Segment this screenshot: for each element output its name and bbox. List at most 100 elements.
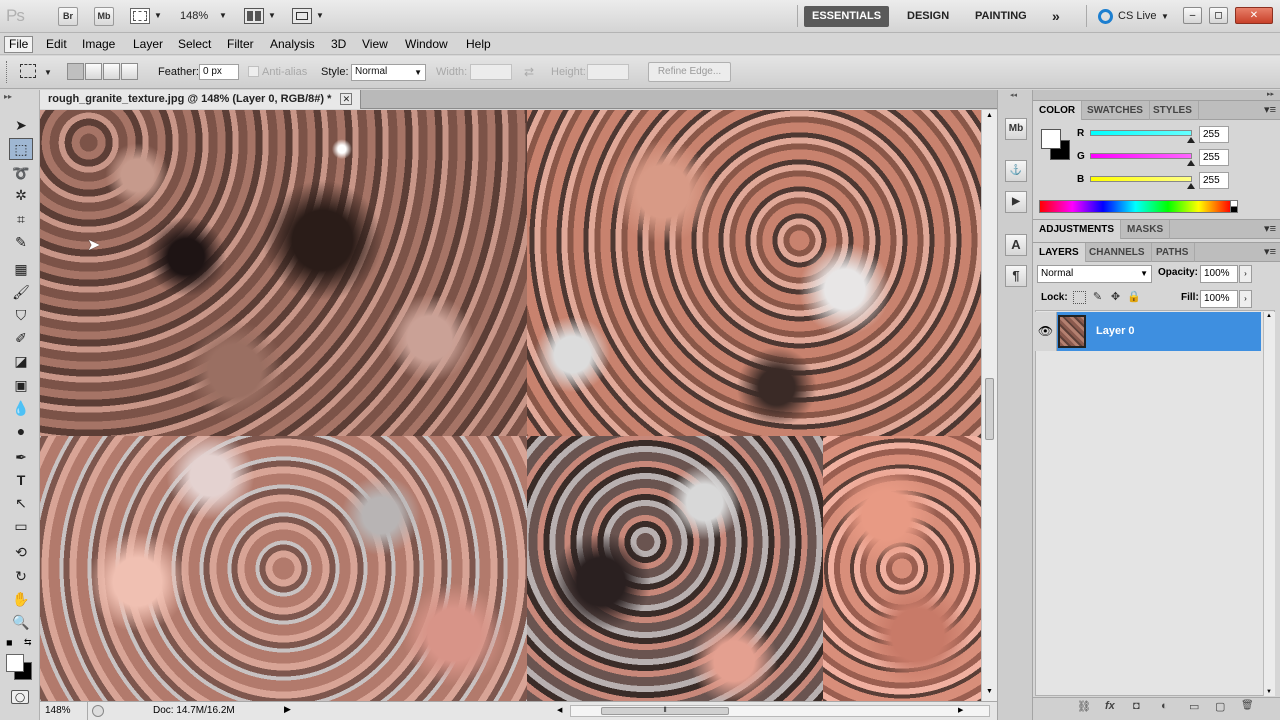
menu-file[interactable]: File	[4, 36, 34, 53]
swap-colors-icon[interactable]: ⇆	[24, 637, 32, 648]
workspace-design[interactable]: DESIGN	[899, 6, 957, 27]
eyedropper-tool-icon[interactable]: ✎	[9, 231, 33, 253]
minibridge-button[interactable]: Mb	[94, 7, 114, 26]
blur-tool-icon[interactable]: 💧	[9, 397, 33, 419]
scroll-down-icon[interactable]: ▼	[986, 688, 993, 695]
menu-layer[interactable]: Layer	[129, 36, 167, 53]
refine-edge-button[interactable]: Refine Edge...	[648, 62, 731, 82]
history-icon[interactable]: ⚓	[1005, 160, 1027, 182]
trash-icon[interactable]: 🗑	[1241, 700, 1254, 711]
tab-swatches[interactable]: SWATCHES	[1081, 101, 1150, 120]
panel-menu-icon[interactable]: ▾≡	[1264, 245, 1276, 258]
tab-styles[interactable]: STYLES	[1147, 101, 1199, 120]
color-spectrum[interactable]	[1039, 200, 1232, 213]
menu-image[interactable]: Image	[78, 36, 119, 53]
more-workspaces-icon[interactable]: »	[1044, 6, 1068, 27]
cs-live-icon[interactable]	[1098, 9, 1113, 24]
lock-all-icon[interactable]: 🔒	[1127, 291, 1141, 304]
group-icon[interactable]: ▭	[1189, 700, 1199, 713]
blue-slider-track[interactable]	[1090, 176, 1192, 182]
minibridge-icon[interactable]: Mb	[1005, 118, 1027, 140]
zoom-tool-icon[interactable]: 🔍	[9, 611, 33, 633]
foreground-color-swatch[interactable]	[1041, 129, 1061, 149]
chevron-down-icon[interactable]: ▼	[219, 11, 227, 20]
menu-3d[interactable]: 3D	[327, 36, 350, 53]
status-info-icon[interactable]	[92, 705, 104, 717]
red-slider-knob[interactable]	[1187, 137, 1195, 143]
dodge-tool-icon[interactable]: ●	[9, 420, 33, 442]
history-brush-tool-icon[interactable]: ✐	[9, 327, 33, 349]
green-value-input[interactable]: 255	[1199, 149, 1229, 166]
new-layer-icon[interactable]: ▢	[1215, 700, 1225, 713]
3d-rotate-tool-icon[interactable]: ⟲	[9, 541, 33, 563]
width-input[interactable]	[470, 64, 512, 80]
red-value-input[interactable]: 255	[1199, 126, 1229, 143]
add-to-selection-icon[interactable]	[85, 63, 102, 80]
fill-slider-toggle-icon[interactable]: ›	[1239, 290, 1252, 308]
quick-selection-tool-icon[interactable]: ✲	[9, 184, 33, 206]
brush-tool-icon[interactable]: 🖌	[9, 281, 33, 303]
tab-channels[interactable]: CHANNELS	[1083, 243, 1152, 262]
scroll-left-icon[interactable]: ◀	[557, 706, 562, 714]
green-slider-knob[interactable]	[1187, 160, 1195, 166]
screen-mode-icon[interactable]	[292, 8, 312, 24]
blend-mode-dropdown[interactable]: Normal ▼	[1037, 265, 1152, 283]
vertical-scroll-thumb[interactable]	[985, 378, 994, 440]
zoom-level[interactable]: 148%	[180, 10, 208, 22]
horizontal-scroll-thumb[interactable]: ⦀	[601, 707, 729, 715]
gradient-tool-icon[interactable]: ▣	[9, 374, 33, 396]
antialias-checkbox[interactable]	[248, 66, 259, 77]
opacity-input[interactable]: 100%	[1200, 265, 1238, 283]
panel-menu-icon[interactable]: ▾≡	[1264, 222, 1276, 235]
tab-color[interactable]: COLOR	[1033, 101, 1083, 120]
close-window-button[interactable]: ✕	[1235, 7, 1273, 24]
3d-orbit-tool-icon[interactable]: ↻	[9, 565, 33, 587]
paragraph-icon[interactable]: ¶	[1005, 265, 1027, 287]
actions-icon[interactable]: ▶	[1005, 191, 1027, 213]
style-dropdown[interactable]: Normal ▼	[351, 64, 426, 81]
status-zoom[interactable]: 148%	[40, 702, 88, 720]
horizontal-scrollbar[interactable]: ⦀	[570, 705, 990, 717]
bridge-button[interactable]: Br	[58, 7, 78, 26]
red-slider-track[interactable]	[1090, 130, 1192, 136]
black-white-ramp[interactable]	[1230, 200, 1238, 213]
document-tab[interactable]: rough_granite_texture.jpg @ 148% (Layer …	[40, 90, 362, 109]
workspace-painting[interactable]: PAINTING	[967, 6, 1035, 27]
restore-button[interactable]: ◻	[1209, 7, 1228, 24]
green-slider-track[interactable]	[1090, 153, 1192, 159]
pen-tool-icon[interactable]: ✒	[9, 446, 33, 468]
swap-dimensions-icon[interactable]: ⇄	[524, 65, 534, 79]
quick-mask-icon[interactable]: ◯	[11, 690, 29, 704]
lock-position-icon[interactable]: ✥	[1109, 291, 1122, 304]
chevron-down-icon[interactable]: ▼	[1161, 12, 1169, 21]
scroll-right-icon[interactable]: ▶	[958, 706, 963, 714]
fx-icon[interactable]: fx	[1105, 700, 1115, 712]
lock-transparency-icon[interactable]	[1073, 291, 1086, 304]
visibility-eye-icon[interactable]: 👁	[1035, 312, 1057, 351]
marquee-preset-icon[interactable]	[20, 64, 36, 78]
hand-tool-icon[interactable]: ✋	[9, 588, 33, 610]
spot-healing-tool-icon[interactable]: ▦	[9, 258, 33, 280]
vertical-scrollbar[interactable]: ▲ ▼	[981, 110, 997, 701]
rectangle-tool-icon[interactable]: ▭	[9, 515, 33, 537]
document-canvas[interactable]: ➤	[40, 110, 981, 701]
scroll-up-icon[interactable]: ▲	[986, 112, 993, 119]
new-selection-icon[interactable]	[67, 63, 84, 80]
path-selection-tool-icon[interactable]: ↖	[9, 492, 33, 514]
workspace-essentials[interactable]: ESSENTIALS	[804, 6, 890, 27]
character-icon[interactable]: A	[1005, 234, 1027, 256]
height-input[interactable]	[587, 64, 629, 80]
menu-select[interactable]: Select	[174, 36, 215, 53]
type-tool-icon[interactable]: T	[9, 469, 33, 491]
tab-paths[interactable]: PATHS	[1150, 243, 1196, 262]
feather-input[interactable]: 0 px	[199, 64, 239, 80]
menu-help[interactable]: Help	[462, 36, 495, 53]
layer-row[interactable]: Layer 0	[1035, 312, 1261, 351]
adjustment-icon[interactable]: ◐	[1161, 700, 1168, 712]
arrange-documents-icon[interactable]	[244, 8, 264, 24]
subtract-from-selection-icon[interactable]	[103, 63, 120, 80]
chevron-down-icon[interactable]: ▼	[268, 11, 276, 20]
mask-icon[interactable]: ◘	[1133, 700, 1140, 712]
chevron-down-icon[interactable]: ▼	[316, 11, 324, 20]
expand-dock-icon[interactable]: ◂◂	[1010, 91, 1017, 99]
